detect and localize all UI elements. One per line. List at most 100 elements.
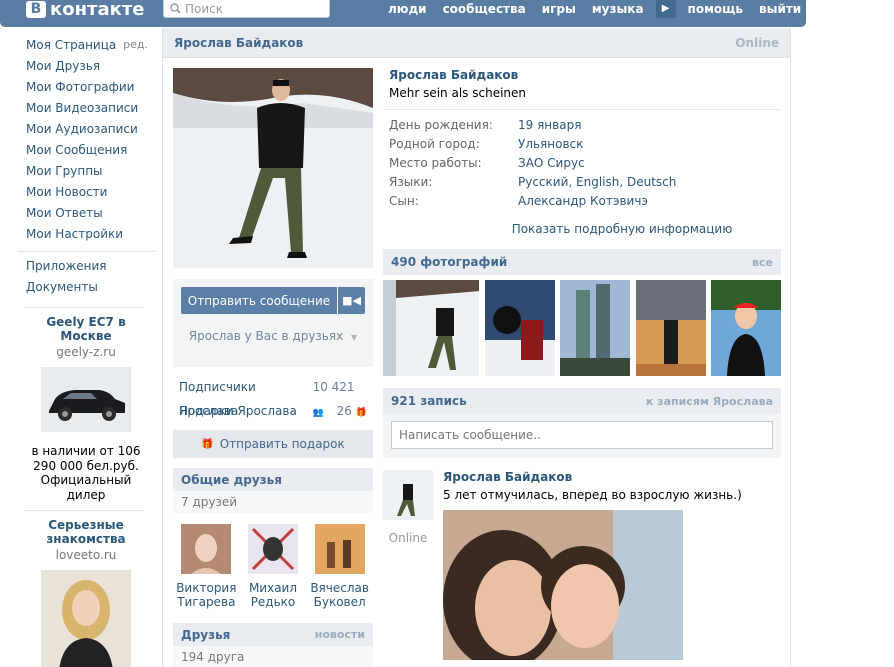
menu-my-answers[interactable]: Мои Ответы [18, 204, 158, 225]
nav-music[interactable]: музыка [584, 2, 652, 16]
profile-name: Ярослав Байдаков [389, 68, 519, 82]
gift-icon: 🎁 [201, 438, 214, 450]
post-photo[interactable] [443, 510, 683, 667]
info-value[interactable]: Александр Котэвичэ [518, 194, 648, 213]
nav-games[interactable]: игры [534, 2, 584, 16]
photos-strip [383, 280, 781, 376]
friend-name: Вячеслав Буковел [310, 581, 369, 609]
vk-logo[interactable]: В контакте [26, 0, 145, 20]
gifts-link[interactable]: Подарки Ярослава 26 🎁 [179, 399, 367, 423]
profile-status[interactable]: Mehr sein als scheinen [383, 86, 781, 100]
profile-avatar[interactable] [173, 68, 373, 268]
photo-thumb[interactable] [484, 280, 555, 376]
menu-my-audio[interactable]: Мои Аудиозаписи [18, 120, 158, 141]
ad-block-geely[interactable]: Geely EC7 в Москве geely-z.ru в наличии … [26, 315, 146, 502]
ad-title[interactable]: Geely EC7 в Москве [26, 315, 146, 343]
send-message-button[interactable]: Отправить сообщение [181, 287, 337, 314]
friends-title: Друзья [181, 627, 231, 642]
info-row-work: Место работы: ЗАО Сирус [383, 156, 781, 175]
nav-people[interactable]: люди [380, 2, 435, 16]
followers-link[interactable]: Подписчики Ярослава 10 421 👥 [179, 375, 367, 418]
wall-post-input[interactable] [391, 421, 773, 449]
menu-my-videos[interactable]: Мои Видеозаписи [18, 99, 158, 120]
post-author-avatar[interactable] [383, 470, 433, 520]
left-menu: Моя Страница ред. Мои Друзья Мои Фотограф… [18, 36, 158, 667]
mutual-friend[interactable]: Виктория Тигарева [175, 524, 237, 609]
menu-item-label: Мои Видеозаписи [26, 101, 139, 115]
page-title: Ярослав Байдаков [174, 35, 304, 50]
friends-news-link[interactable]: новости [315, 628, 365, 641]
nav-logout[interactable]: выйти [751, 2, 809, 16]
menu-documents[interactable]: Документы [18, 278, 158, 299]
info-row-hometown: Родной город: Ульяновск [383, 137, 781, 156]
menu-apps[interactable]: Приложения [18, 257, 158, 278]
people-icon: 👥 [312, 408, 324, 418]
post-text: 5 лет отмучилась, вперед во взрослую жиз… [443, 488, 742, 502]
menu-my-groups[interactable]: Мои Группы [18, 162, 158, 183]
menu-item-label: Документы [26, 280, 98, 294]
photo-thumb[interactable] [711, 280, 781, 376]
post-body: Ярослав Байдаков 5 лет отмучилась, впере… [443, 470, 742, 667]
profile-actions: Отправить сообщение ■◀ Ярослав у Вас в д… [173, 279, 373, 367]
video-call-icon[interactable]: ■◀ [338, 287, 365, 314]
search-box[interactable] [163, 0, 330, 18]
wall-composer [383, 414, 781, 458]
info-label: Место работы: [389, 156, 482, 170]
menu-my-photos[interactable]: Мои Фотографии [18, 78, 158, 99]
ad-car-image[interactable] [41, 367, 131, 432]
info-value[interactable]: 19 января [518, 118, 581, 137]
ad-title[interactable]: Серьезные знакомства [26, 518, 146, 546]
mutual-friends-list: Виктория Тигарева Михаил Редько Вячеслав Бу… [173, 513, 373, 609]
menu-my-messages[interactable]: Мои Сообщения [18, 141, 158, 162]
mutual-friend[interactable]: Вячеслав Буковел [309, 524, 371, 609]
info-row-birthday: День рождения: 19 января [383, 118, 781, 137]
vk-logo-text: контакте [50, 0, 145, 20]
show-more-info-link[interactable]: Показать подробную информацию [383, 222, 781, 236]
info-value[interactable]: Русский, English, Deutsch [518, 175, 676, 194]
photos-header[interactable]: 490 фотографий все [383, 249, 781, 275]
menu-my-settings[interactable]: Мои Настройки [18, 225, 158, 246]
friend-name: Виктория Тигарева [176, 581, 237, 609]
info-row-languages: Языки: Русский, English, Deutsch [383, 175, 781, 194]
photo-thumb[interactable] [383, 280, 479, 376]
menu-my-news[interactable]: Мои Новости [18, 183, 158, 204]
send-gift-button[interactable]: 🎁 Отправить подарок [173, 430, 373, 458]
ad-block-dating[interactable]: Серьезные знакомства loveeto.ru [26, 518, 146, 667]
ad-woman-image[interactable] [41, 570, 131, 667]
friend-status-label: Ярослав у Вас в друзьях [188, 329, 344, 343]
gifts-label: Подарки Ярослава [179, 404, 297, 418]
photo-thumb[interactable] [560, 280, 630, 376]
info-value[interactable]: ЗАО Сирус [518, 156, 585, 175]
photo-thumb[interactable] [635, 280, 706, 376]
menu-item-label: Мои Ответы [26, 206, 103, 220]
mutual-friends-header[interactable]: Общие друзья [173, 468, 373, 491]
send-message-group: Отправить сообщение ■◀ [181, 287, 365, 314]
menu-my-friends[interactable]: Мои Друзья [18, 57, 158, 78]
friend-avatar [314, 524, 365, 574]
mutual-friend[interactable]: Михаил Редько [242, 524, 304, 609]
friend-name: Михаил Редько [248, 581, 298, 609]
info-divider [383, 109, 781, 110]
menu-my-page[interactable]: Моя Страница ред. [18, 36, 158, 57]
friend-avatar [181, 524, 232, 574]
top-header: В контакте люди сообщества игры музыка ▶… [0, 0, 806, 27]
nav-communities[interactable]: сообщества [435, 2, 534, 16]
edit-link[interactable]: ред. [123, 36, 158, 57]
right-column: Ярослав Байдаков Mehr sein als scheinen … [383, 68, 781, 667]
post-author-name[interactable]: Ярослав Байдаков [443, 470, 742, 484]
wall-link[interactable]: к записям Ярослава [646, 395, 773, 408]
nav-help[interactable]: помощь [680, 2, 751, 16]
post-author-status: Online [388, 531, 428, 545]
music-play-icon[interactable]: ▶ [655, 0, 676, 18]
wall-header[interactable]: 921 запись к записям Ярослава [383, 388, 781, 414]
photos-all-link[interactable]: все [752, 256, 773, 269]
search-input[interactable] [185, 1, 325, 16]
friend-status-dropdown[interactable]: Ярослав у Вас в друзьях ▼ [181, 329, 365, 343]
info-value[interactable]: Ульяновск [518, 137, 583, 156]
photos-title: 490 фотографий [391, 255, 508, 269]
page-header: Ярослав Байдаков Online [163, 28, 790, 58]
chevron-down-icon: ▼ [351, 333, 358, 342]
wall-post: Online Ярослав Байдаков 5 лет отмучилась… [383, 470, 781, 667]
friends-header[interactable]: Друзья новости [173, 623, 373, 646]
menu-item-label: Мои Друзья [26, 59, 101, 73]
